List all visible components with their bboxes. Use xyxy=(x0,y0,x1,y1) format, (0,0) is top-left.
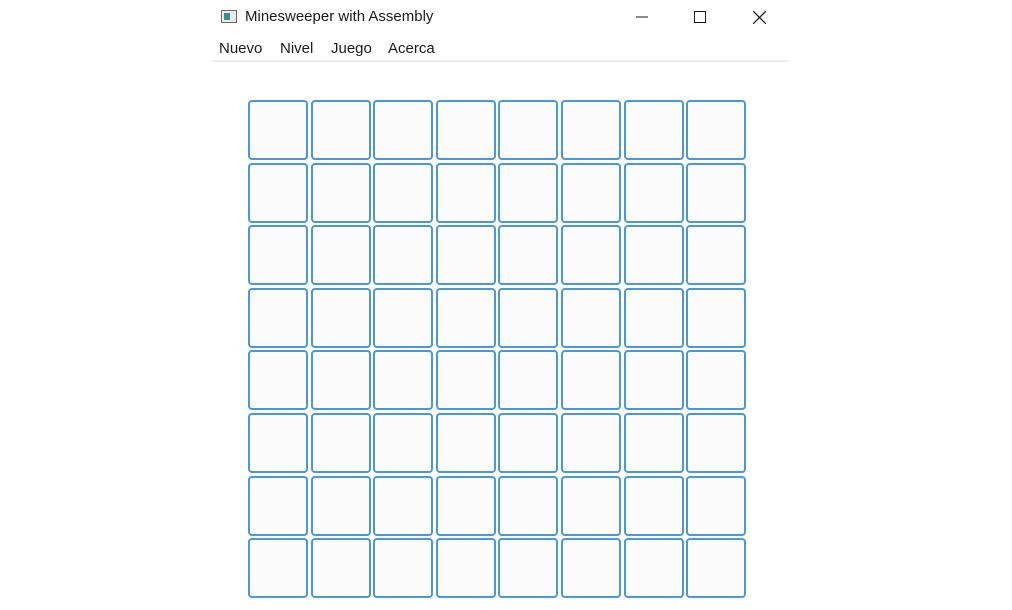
mine-cell[interactable] xyxy=(686,538,747,599)
mine-cell[interactable] xyxy=(498,287,559,348)
mine-cell[interactable] xyxy=(560,162,621,223)
mine-cell[interactable] xyxy=(686,287,747,348)
mine-cell[interactable] xyxy=(686,225,747,286)
mine-cell[interactable] xyxy=(310,225,371,286)
menu-nuevo[interactable]: Nuevo xyxy=(219,40,262,57)
close-icon xyxy=(752,10,766,24)
mine-cell[interactable] xyxy=(623,350,684,411)
maximize-icon xyxy=(694,11,706,23)
mine-cell[interactable] xyxy=(248,412,308,473)
mine-cell[interactable] xyxy=(560,475,621,536)
mine-cell[interactable] xyxy=(623,412,684,473)
mine-cell[interactable] xyxy=(686,162,747,223)
mine-cell[interactable] xyxy=(498,100,559,160)
mine-cell[interactable] xyxy=(248,475,308,536)
mine-cell[interactable] xyxy=(623,287,684,348)
mine-cell[interactable] xyxy=(623,225,684,286)
mine-cell[interactable] xyxy=(248,538,308,599)
mine-cell[interactable] xyxy=(623,538,684,599)
mine-cell[interactable] xyxy=(560,287,621,348)
mine-cell[interactable] xyxy=(248,225,308,286)
mine-cell[interactable] xyxy=(435,100,496,160)
menu-juego[interactable]: Juego xyxy=(331,40,372,57)
mine-cell[interactable] xyxy=(435,475,496,536)
mine-cell[interactable] xyxy=(498,225,559,286)
mine-cell[interactable] xyxy=(248,350,308,411)
menu-bar: Nuevo Nivel Juego Acerca xyxy=(212,36,789,62)
mine-cell[interactable] xyxy=(435,350,496,411)
mine-cell[interactable] xyxy=(560,350,621,411)
minimize-icon xyxy=(636,16,648,18)
mine-cell[interactable] xyxy=(498,162,559,223)
mine-cell[interactable] xyxy=(435,162,496,223)
app-icon-mark xyxy=(224,13,230,20)
mine-cell[interactable] xyxy=(623,475,684,536)
mine-cell[interactable] xyxy=(498,412,559,473)
title-bar[interactable]: Minesweeper with Assembly xyxy=(212,0,789,34)
mine-cell[interactable] xyxy=(560,225,621,286)
mine-cell[interactable] xyxy=(435,225,496,286)
mine-cell[interactable] xyxy=(373,350,434,411)
mine-cell[interactable] xyxy=(310,412,371,473)
mine-cell[interactable] xyxy=(686,350,747,411)
mine-cell[interactable] xyxy=(435,412,496,473)
window-title: Minesweeper with Assembly xyxy=(245,8,434,25)
mine-cell[interactable] xyxy=(623,100,684,160)
mine-cell[interactable] xyxy=(248,162,308,223)
mine-cell[interactable] xyxy=(373,475,434,536)
mine-cell[interactable] xyxy=(560,100,621,160)
mine-cell[interactable] xyxy=(435,538,496,599)
mine-cell[interactable] xyxy=(310,350,371,411)
mine-cell[interactable] xyxy=(248,100,308,160)
mine-cell[interactable] xyxy=(686,475,747,536)
maximize-button[interactable] xyxy=(671,0,729,34)
mine-cell[interactable] xyxy=(373,162,434,223)
minimize-button[interactable] xyxy=(613,0,671,34)
mine-cell[interactable] xyxy=(310,475,371,536)
mine-cell[interactable] xyxy=(498,538,559,599)
mine-cell[interactable] xyxy=(310,162,371,223)
mine-cell[interactable] xyxy=(686,412,747,473)
menu-nivel[interactable]: Nivel xyxy=(280,40,313,57)
mine-cell[interactable] xyxy=(310,287,371,348)
mine-cell[interactable] xyxy=(248,287,308,348)
mine-cell[interactable] xyxy=(310,538,371,599)
mine-cell[interactable] xyxy=(498,475,559,536)
mine-cell[interactable] xyxy=(373,538,434,599)
app-icon xyxy=(221,10,237,23)
menu-acerca[interactable]: Acerca xyxy=(388,40,435,57)
mine-cell[interactable] xyxy=(623,162,684,223)
mine-cell[interactable] xyxy=(310,100,371,160)
mine-cell[interactable] xyxy=(560,538,621,599)
mine-cell[interactable] xyxy=(373,225,434,286)
mine-cell[interactable] xyxy=(373,412,434,473)
mine-cell[interactable] xyxy=(373,100,434,160)
mine-cell[interactable] xyxy=(435,287,496,348)
mine-cell[interactable] xyxy=(373,287,434,348)
mine-cell[interactable] xyxy=(686,100,747,160)
minefield-grid xyxy=(248,100,747,599)
mine-cell[interactable] xyxy=(560,412,621,473)
mine-cell[interactable] xyxy=(498,350,559,411)
close-button[interactable] xyxy=(730,0,788,34)
